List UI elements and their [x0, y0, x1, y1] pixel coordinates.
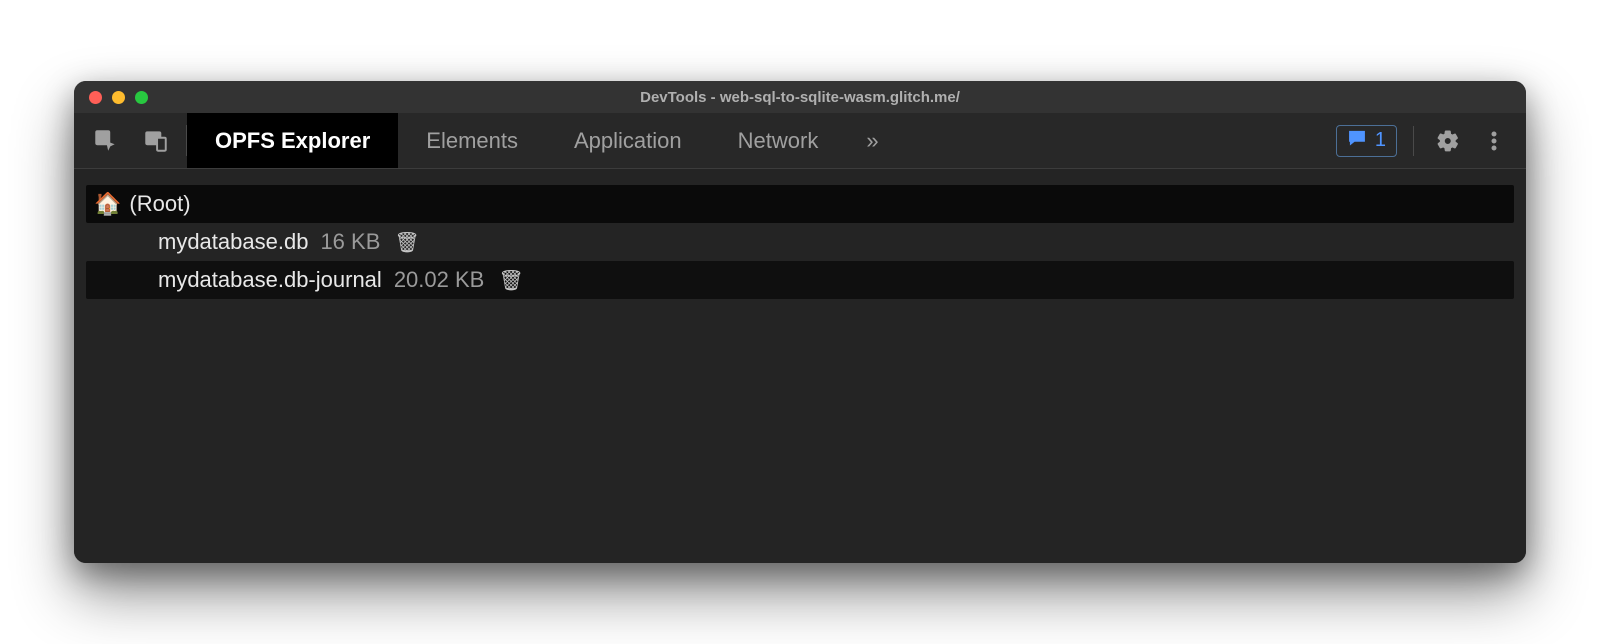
- file-size: 20.02 KB: [394, 267, 485, 293]
- toolbar-left-icons: [74, 113, 186, 168]
- more-tabs-label: »: [866, 128, 878, 154]
- tab-label: Application: [574, 128, 682, 154]
- file-name: mydatabase.db: [158, 229, 308, 255]
- file-row[interactable]: mydatabase.db 16 KB 🗑: [86, 223, 1514, 261]
- maximize-window-button[interactable]: [135, 91, 148, 104]
- tab-elements[interactable]: Elements: [398, 113, 546, 168]
- trash-icon[interactable]: 🗑: [498, 268, 523, 293]
- file-tree: 🏠 (Root) mydatabase.db 16 KB 🗑 mydatabas…: [86, 185, 1514, 299]
- tab-application[interactable]: Application: [546, 113, 710, 168]
- more-tabs-button[interactable]: »: [846, 113, 898, 168]
- traffic-lights: [89, 91, 148, 104]
- trash-icon[interactable]: 🗑: [394, 230, 419, 255]
- tab-opfs-explorer[interactable]: OPFS Explorer: [187, 113, 398, 168]
- issues-badge[interactable]: 1: [1336, 125, 1397, 157]
- tab-label: Elements: [426, 128, 518, 154]
- toolbar: OPFS Explorer Elements Application Netwo…: [74, 113, 1526, 169]
- file-row[interactable]: mydatabase.db-journal 20.02 KB 🗑: [86, 261, 1514, 299]
- tab-strip: OPFS Explorer Elements Application Netwo…: [187, 113, 899, 168]
- window-title: DevTools - web-sql-to-sqlite-wasm.glitch…: [640, 89, 960, 106]
- inspect-element-button[interactable]: [88, 123, 124, 159]
- close-window-button[interactable]: [89, 91, 102, 104]
- issues-count: 1: [1375, 129, 1386, 152]
- device-toolbar-button[interactable]: [138, 123, 174, 159]
- toolbar-right: 1: [1336, 113, 1526, 168]
- devtools-window: DevTools - web-sql-to-sqlite-wasm.glitch…: [74, 81, 1526, 563]
- tab-label: OPFS Explorer: [215, 128, 370, 154]
- minimize-window-button[interactable]: [112, 91, 125, 104]
- toolbar-divider: [1413, 126, 1414, 156]
- file-size: 16 KB: [320, 229, 380, 255]
- tab-network[interactable]: Network: [710, 113, 847, 168]
- home-icon: 🏠: [94, 191, 121, 217]
- kebab-menu-button[interactable]: [1476, 123, 1512, 159]
- tab-label: Network: [738, 128, 819, 154]
- tree-root-row[interactable]: 🏠 (Root): [86, 185, 1514, 223]
- opfs-panel: 🏠 (Root) mydatabase.db 16 KB 🗑 mydatabas…: [74, 169, 1526, 563]
- root-label: (Root): [129, 191, 190, 217]
- file-name: mydatabase.db-journal: [158, 267, 382, 293]
- titlebar: DevTools - web-sql-to-sqlite-wasm.glitch…: [74, 81, 1526, 113]
- speech-bubble-icon: [1347, 128, 1367, 154]
- settings-button[interactable]: [1430, 123, 1466, 159]
